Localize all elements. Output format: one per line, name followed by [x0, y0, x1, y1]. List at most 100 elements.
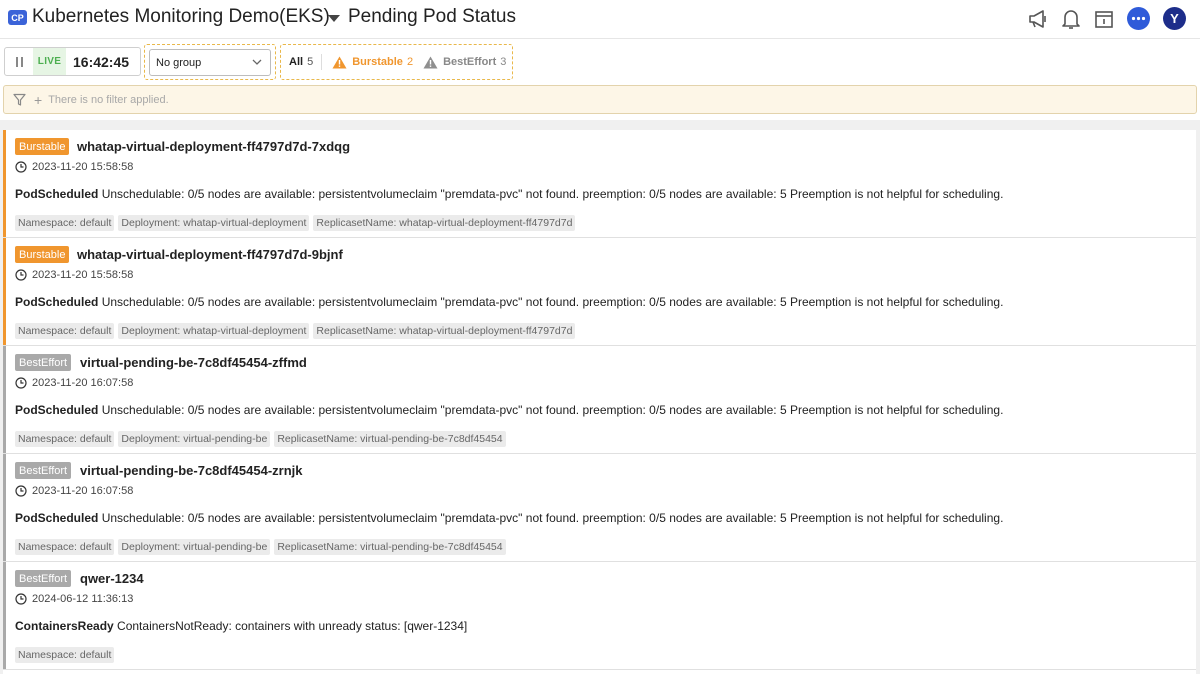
filter-burstable-count: 2 — [406, 56, 414, 68]
pod-reason: PodScheduled — [15, 511, 99, 525]
pod-card[interactable]: BestEffort virtual-pending-be-7c8df45454… — [3, 454, 1196, 562]
tag-deployment: Deployment: whatap-virtual-deployment — [118, 323, 310, 339]
pod-name[interactable]: virtual-pending-be-7c8df45454-zffmd — [80, 355, 307, 370]
qos-badge: Burstable — [15, 246, 70, 263]
clock-icon — [15, 161, 27, 173]
tag-replicaset: ReplicasetName: whatap-virtual-deploymen… — [313, 215, 576, 231]
pod-name[interactable]: whatap-virtual-deployment-ff4797d7d-9bjn… — [77, 247, 343, 262]
clock-icon — [15, 593, 27, 605]
pod-name[interactable]: virtual-pending-be-7c8df45454-zrnjk — [80, 463, 303, 478]
tag-replicaset: ReplicasetName: whatap-virtual-deploymen… — [313, 323, 576, 339]
qos-filter-group: All 5 Burstable 2 BestEffort 3 — [280, 44, 513, 80]
tag-namespace: Namespace: default — [15, 647, 115, 663]
pod-message-text: Unschedulable: 0/5 nodes are available: … — [101, 187, 1004, 201]
pod-tags: Namespace: default Deployment: whatap-vi… — [15, 323, 579, 339]
pod-time-value: 2023-11-20 15:58:58 — [32, 269, 134, 281]
pod-message: PodScheduled Unschedulable: 0/5 nodes ar… — [15, 187, 1003, 201]
qos-badge: BestEffort — [15, 354, 72, 371]
pod-card[interactable]: Burstable whatap-virtual-deployment-ff47… — [3, 238, 1196, 346]
page-title: Pending Pod Status — [348, 6, 516, 27]
qos-color-bar — [3, 562, 6, 669]
warning-triangle-icon — [423, 56, 438, 69]
pod-name[interactable]: qwer-1234 — [80, 571, 144, 586]
qos-color-bar — [3, 130, 6, 237]
funnel-icon[interactable] — [13, 93, 26, 106]
pod-message: PodScheduled Unschedulable: 0/5 nodes ar… — [15, 403, 1003, 417]
pod-message-text: ContainersNotReady: containers with unre… — [117, 619, 468, 633]
filter-bar[interactable]: + There is no filter applied. — [3, 85, 1197, 114]
tag-namespace: Namespace: default — [15, 323, 115, 339]
pod-time: 2023-11-20 16:07:58 — [15, 485, 133, 497]
qos-color-bar — [3, 346, 6, 453]
bell-icon[interactable] — [1059, 7, 1083, 31]
pod-card[interactable]: BestEffort qwer-1234 2024-06-12 11:36:13… — [3, 562, 1196, 670]
group-select-wrapper: No group — [144, 44, 276, 80]
megaphone-icon[interactable] — [1026, 7, 1050, 31]
pod-reason: PodScheduled — [15, 187, 99, 201]
filter-all-label[interactable]: All — [289, 56, 303, 68]
pod-reason: ContainersReady — [15, 619, 114, 633]
filter-separator — [321, 54, 323, 70]
pod-list: Burstable whatap-virtual-deployment-ff47… — [3, 130, 1196, 674]
pod-card[interactable]: BestEffort virtual-pending-be-7c8df45454… — [3, 346, 1196, 454]
tag-deployment: Deployment: virtual-pending-be — [118, 431, 271, 447]
pod-time: 2023-11-20 16:07:58 — [15, 377, 133, 389]
calendar-icon[interactable] — [1092, 7, 1116, 31]
chat-icon[interactable] — [1127, 7, 1150, 30]
tag-namespace: Namespace: default — [15, 539, 115, 555]
pod-time-value: 2023-11-20 16:07:58 — [32, 485, 134, 497]
pod-reason: PodScheduled — [15, 295, 99, 309]
pod-time-value: 2023-11-20 16:07:58 — [32, 377, 134, 389]
group-select[interactable]: No group — [149, 49, 271, 76]
project-badge: CP — [8, 10, 27, 25]
filter-all-count: 5 — [307, 56, 314, 68]
header-divider — [0, 38, 1200, 39]
filter-besteffort-count: 3 — [500, 56, 507, 68]
tag-deployment: Deployment: virtual-pending-be — [118, 539, 271, 555]
avatar[interactable]: Y — [1163, 7, 1186, 30]
pod-message-text: Unschedulable: 0/5 nodes are available: … — [101, 403, 1004, 417]
pod-time: 2023-11-20 15:58:58 — [15, 269, 133, 281]
pod-reason: PodScheduled — [15, 403, 99, 417]
clock-icon — [15, 377, 27, 389]
live-time: 16:42:45 — [73, 53, 130, 70]
pod-message-text: Unschedulable: 0/5 nodes are available: … — [101, 295, 1004, 309]
app-header: CP Kubernetes Monitoring Demo(EKS) Pendi… — [0, 0, 1200, 38]
pod-tags: Namespace: default Deployment: whatap-vi… — [15, 215, 579, 231]
live-indicator: LIVE — [33, 48, 66, 75]
pod-name[interactable]: whatap-virtual-deployment-ff4797d7d-7xdq… — [77, 139, 350, 154]
pod-tags: Namespace: default Deployment: virtual-p… — [15, 539, 510, 555]
clock-icon — [15, 269, 27, 281]
filter-empty-text: There is no filter applied. — [48, 93, 169, 106]
tag-replicaset: ReplicasetName: virtual-pending-be-7c8df… — [274, 539, 506, 555]
pod-card[interactable]: Burstable whatap-virtual-deployment-ff47… — [3, 130, 1196, 238]
qos-color-bar — [3, 238, 6, 345]
tag-namespace: Namespace: default — [15, 431, 115, 447]
live-control: LIVE 16:42:45 — [4, 47, 141, 76]
plus-icon[interactable]: + — [34, 92, 42, 108]
pod-time: 2024-06-12 11:36:13 — [15, 593, 133, 605]
qos-badge: BestEffort — [15, 570, 72, 587]
pause-button[interactable] — [5, 48, 33, 75]
filter-besteffort-label[interactable]: BestEffort — [443, 56, 496, 68]
pod-message: ContainersReady ContainersNotReady: cont… — [15, 619, 467, 633]
chevron-down-icon — [252, 59, 262, 65]
pod-message-text: Unschedulable: 0/5 nodes are available: … — [101, 511, 1004, 525]
clock-icon — [15, 485, 27, 497]
pod-tags: Namespace: default — [15, 647, 118, 663]
tag-deployment: Deployment: whatap-virtual-deployment — [118, 215, 310, 231]
filter-burstable-label[interactable]: Burstable — [352, 56, 403, 68]
pod-tags: Namespace: default Deployment: virtual-p… — [15, 431, 510, 447]
warning-triangle-icon — [332, 56, 347, 69]
pod-time: 2023-11-20 15:58:58 — [15, 161, 133, 173]
pod-time-value: 2024-06-12 11:36:13 — [32, 593, 134, 605]
tag-replicaset: ReplicasetName: virtual-pending-be-7c8df… — [274, 431, 506, 447]
qos-badge: Burstable — [15, 138, 70, 155]
pod-message: PodScheduled Unschedulable: 0/5 nodes ar… — [15, 295, 1003, 309]
pod-message: PodScheduled Unschedulable: 0/5 nodes ar… — [15, 511, 1003, 525]
pod-time-value: 2023-11-20 15:58:58 — [32, 161, 134, 173]
tag-namespace: Namespace: default — [15, 215, 115, 231]
project-name[interactable]: Kubernetes Monitoring Demo(EKS) — [32, 6, 330, 28]
qos-badge: BestEffort — [15, 462, 72, 479]
project-dropdown-caret-icon[interactable] — [328, 15, 340, 22]
